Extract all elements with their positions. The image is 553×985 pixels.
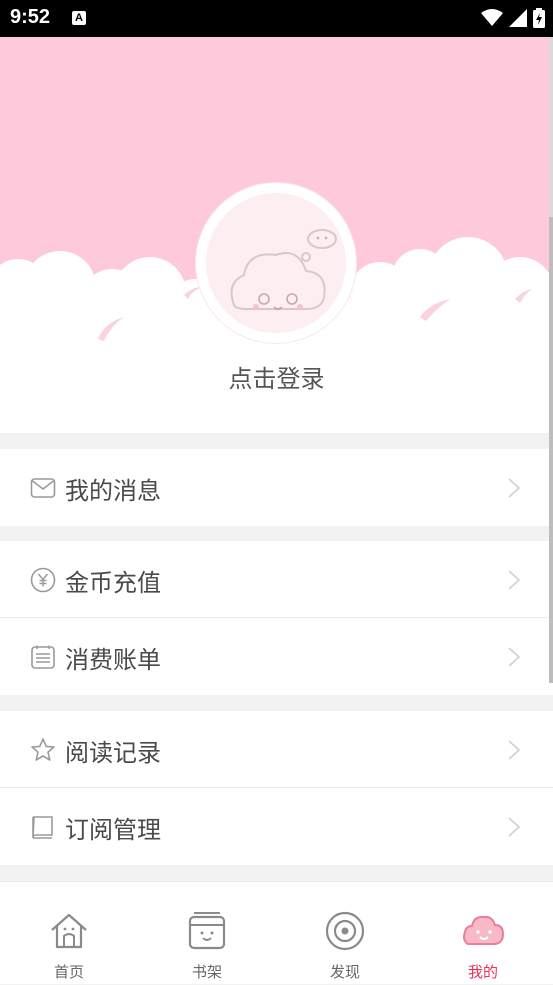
menu-group-wallet: 金币充值 消费账单 bbox=[0, 541, 553, 695]
menu-item-bills[interactable]: 消费账单 bbox=[0, 618, 553, 695]
scrollbar-thumb[interactable] bbox=[549, 217, 553, 683]
menu-item-coin-recharge[interactable]: 金币充值 bbox=[0, 541, 553, 618]
chevron-right-icon bbox=[508, 740, 521, 760]
menu-item-messages[interactable]: 我的消息 bbox=[0, 449, 553, 526]
menu-item-label: 我的消息 bbox=[65, 477, 161, 505]
tab-label: 发现 bbox=[329, 963, 360, 981]
book-icon bbox=[32, 816, 53, 839]
yen-coin-icon bbox=[30, 567, 56, 593]
wifi-icon bbox=[481, 9, 503, 26]
cloud-avatar-icon bbox=[230, 229, 337, 310]
menu-item-label: 订阅管理 bbox=[65, 816, 161, 844]
profile-header: 点击登录 bbox=[0, 37, 553, 433]
chevron-right-icon bbox=[508, 647, 521, 667]
discover-icon bbox=[325, 911, 365, 951]
chevron-right-icon bbox=[508, 478, 521, 498]
tab-label: 我的 bbox=[467, 963, 498, 981]
menu-item-label: 消费账单 bbox=[65, 646, 161, 674]
menu-item-reading-history[interactable]: 阅读记录 bbox=[0, 711, 553, 788]
menu-group-reading: 阅读记录 订阅管理 bbox=[0, 711, 553, 865]
tab-mine[interactable]: 我的 bbox=[414, 882, 552, 985]
menu-item-label: 金币充值 bbox=[65, 569, 161, 597]
envelope-icon bbox=[30, 478, 56, 498]
bottom-navigation: 首页 书架 发现 我的 bbox=[0, 881, 553, 984]
tab-home[interactable]: 首页 bbox=[0, 882, 138, 985]
tab-discover[interactable]: 发现 bbox=[276, 882, 414, 985]
status-time: 9:52 bbox=[10, 6, 51, 28]
login-prompt[interactable]: 点击登录 bbox=[0, 359, 553, 394]
bookshelf-icon bbox=[188, 912, 226, 950]
avatar[interactable] bbox=[196, 183, 356, 343]
menu-group-messages: 我的消息 bbox=[0, 449, 553, 526]
cloud-face-icon bbox=[463, 915, 504, 945]
tab-label: 书架 bbox=[191, 963, 222, 981]
menu-item-label: 阅读记录 bbox=[65, 739, 161, 767]
tab-bookshelf[interactable]: 书架 bbox=[138, 882, 276, 985]
status-bar: 9:52 A bbox=[0, 0, 553, 37]
status-right-icons bbox=[481, 7, 545, 29]
battery-icon bbox=[533, 8, 545, 28]
bill-list-icon bbox=[31, 645, 55, 669]
chevron-right-icon bbox=[508, 817, 521, 837]
signal-icon bbox=[509, 9, 527, 27]
notification-a-icon: A bbox=[72, 11, 86, 25]
chevron-right-icon bbox=[508, 570, 521, 590]
menu-item-subscriptions[interactable]: 订阅管理 bbox=[0, 788, 553, 865]
scrollbar[interactable] bbox=[549, 37, 553, 683]
star-icon bbox=[31, 738, 55, 761]
home-icon bbox=[51, 913, 87, 949]
tab-label: 首页 bbox=[53, 963, 84, 981]
